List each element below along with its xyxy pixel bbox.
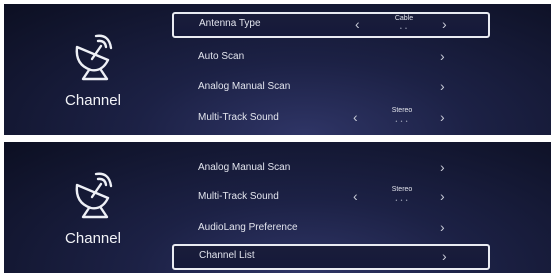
option-value: Cable	[394, 15, 414, 22]
menu-item-label: Multi-Track Sound	[198, 191, 279, 202]
chevron-right-icon[interactable]: ›	[440, 78, 445, 94]
chevron-right-icon[interactable]: ›	[440, 109, 445, 125]
option-page-dots: • •	[400, 26, 408, 32]
option-page-dots: • • •	[395, 198, 409, 204]
menu-item-multi-track-sound[interactable]: Multi-Track Sound ‹ Stereo • • • ›	[172, 185, 490, 211]
chevron-right-icon[interactable]: ›	[440, 159, 445, 175]
menu-item-multi-track-sound[interactable]: Multi-Track Sound ‹ Stereo • • • ›	[172, 106, 490, 132]
tv-menu-screen-1: Channel Antenna Type ‹ Cable • • › Auto …	[4, 4, 551, 135]
menu-item-analog-manual-scan[interactable]: Analog Manual Scan ›	[172, 75, 490, 101]
satellite-dish-icon	[69, 170, 117, 220]
chevron-right-icon[interactable]: ›	[442, 248, 447, 264]
menu-item-analog-manual-scan[interactable]: Analog Manual Scan ›	[172, 156, 490, 182]
satellite-dish-icon	[69, 32, 117, 82]
menu-item-audiolang-preference[interactable]: AudioLang Preference ›	[172, 216, 490, 242]
option-value: Stereo	[391, 186, 413, 193]
chevron-right-icon[interactable]: ›	[440, 188, 445, 204]
menu-list: Analog Manual Scan › Multi-Track Sound ‹…	[172, 142, 492, 273]
category-panel: Channel	[4, 4, 164, 135]
menu-item-label: Multi-Track Sound	[198, 112, 279, 123]
chevron-right-icon[interactable]: ›	[442, 16, 447, 32]
menu-item-label: Auto Scan	[198, 51, 245, 62]
category-panel: Channel	[4, 142, 164, 273]
option-value: Stereo	[391, 107, 413, 114]
menu-item-label: Analog Manual Scan	[198, 81, 291, 92]
category-label: Channel	[65, 230, 121, 247]
menu-list: Antenna Type ‹ Cable • • › Auto Scan › A…	[172, 4, 492, 135]
category-label: Channel	[65, 92, 121, 109]
chevron-right-icon[interactable]: ›	[440, 48, 445, 64]
option-page-dots: • • •	[395, 119, 409, 125]
menu-item-channel-list[interactable]: Channel List ›	[172, 244, 490, 270]
chevron-left-icon[interactable]: ‹	[353, 109, 358, 125]
menu-item-antenna-type[interactable]: Antenna Type ‹ Cable • • ›	[172, 12, 490, 38]
menu-item-label: Analog Manual Scan	[198, 162, 291, 173]
chevron-right-icon[interactable]: ›	[440, 219, 445, 235]
tv-menu-screen-2: Channel Analog Manual Scan › Multi-Track…	[4, 142, 551, 273]
menu-item-label: Antenna Type	[199, 18, 261, 29]
menu-item-label: Channel List	[199, 250, 255, 261]
chevron-left-icon[interactable]: ‹	[355, 16, 360, 32]
menu-item-auto-scan[interactable]: Auto Scan ›	[172, 45, 490, 71]
chevron-left-icon[interactable]: ‹	[353, 188, 358, 204]
menu-item-label: AudioLang Preference	[198, 222, 298, 233]
